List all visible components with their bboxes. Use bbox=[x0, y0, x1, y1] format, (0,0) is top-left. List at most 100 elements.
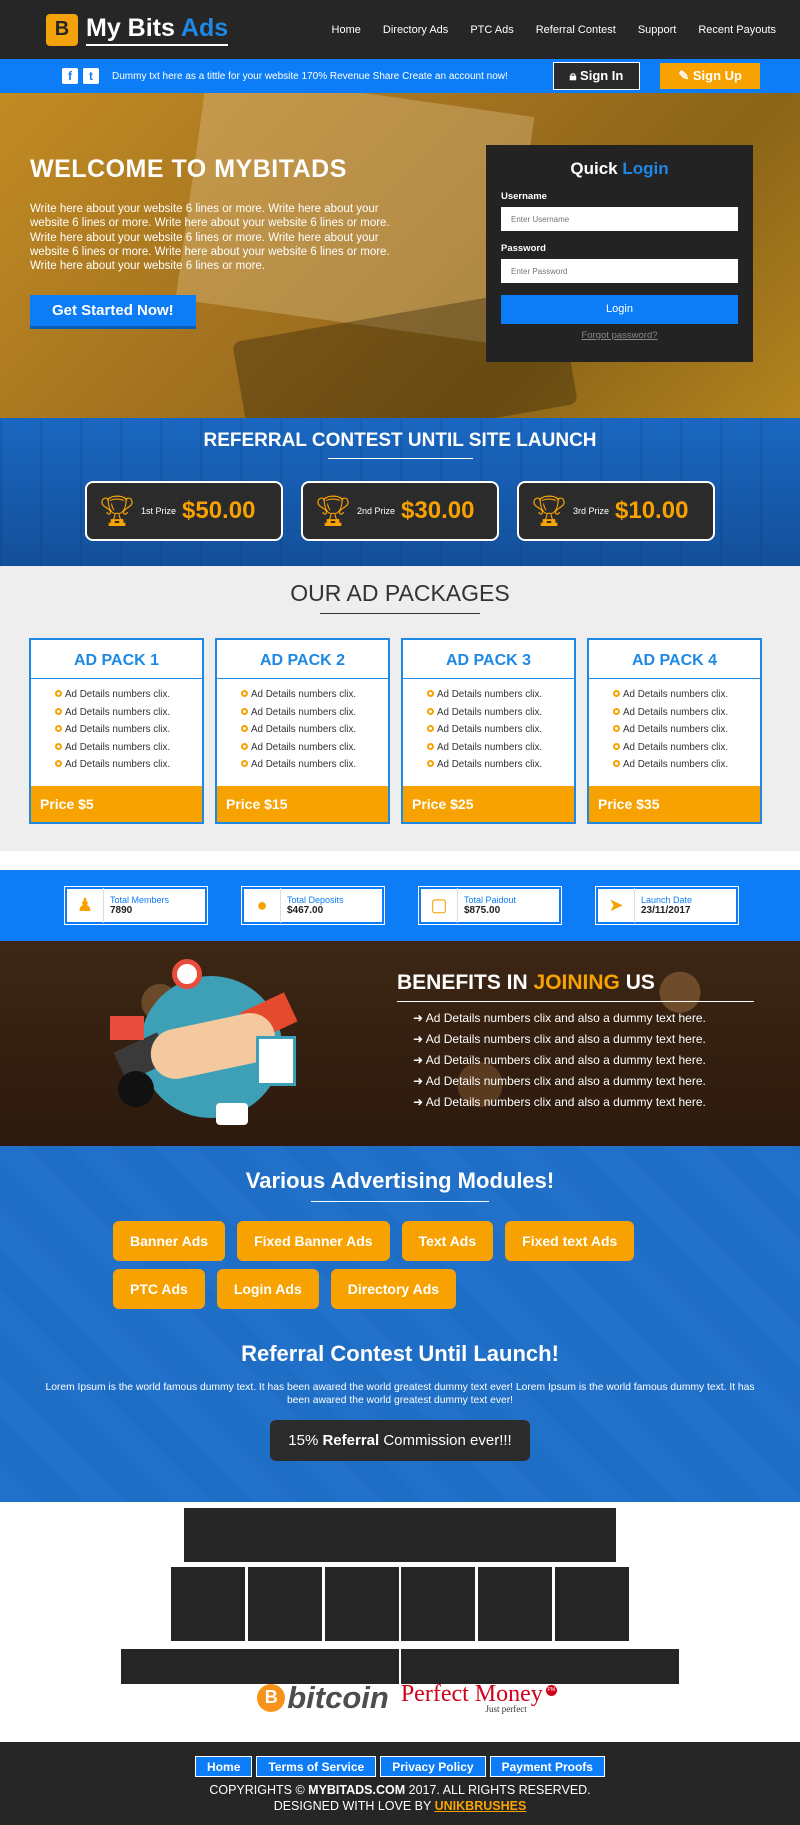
copyright: COPYRIGHTS © MYBITADS.COM 2017. ALL RIGH… bbox=[0, 1782, 800, 1814]
ad-pack-card[interactable]: AD PACK 3 Ad Details numbers clix. Ad De… bbox=[401, 638, 576, 824]
password-input[interactable] bbox=[501, 259, 738, 283]
square-ad-slot[interactable] bbox=[171, 1567, 245, 1641]
fixed-text-ads-button[interactable]: Fixed text Ads bbox=[505, 1221, 635, 1261]
brand-part-1: My Bits bbox=[86, 13, 181, 42]
nav-ptc-ads[interactable]: PTC Ads bbox=[470, 24, 513, 36]
detail-text: Ad Details numbers clix. bbox=[251, 741, 357, 753]
bitcoin-wordmark: bitcoin bbox=[287, 1679, 389, 1715]
prize-label: 1st Prize bbox=[141, 506, 177, 516]
login-ads-button[interactable]: Login Ads bbox=[216, 1269, 319, 1309]
stat-value: 7890 bbox=[110, 905, 133, 916]
square-ad-slot[interactable] bbox=[478, 1567, 552, 1641]
get-started-button[interactable]: Get Started Now! bbox=[30, 295, 196, 330]
nav-referral-contest[interactable]: Referral Contest bbox=[536, 24, 616, 36]
square-ad-slot[interactable] bbox=[325, 1567, 399, 1641]
text-ads-button[interactable]: Text Ads bbox=[401, 1221, 494, 1261]
square-ad-slot[interactable] bbox=[555, 1567, 629, 1641]
list-item: Ad Details numbers clix. bbox=[427, 756, 574, 774]
square-ad-slot[interactable] bbox=[401, 1567, 475, 1641]
stat-card: ▢ Total Paidout $875.00 bbox=[418, 886, 562, 925]
money-icon: ▢ bbox=[421, 888, 458, 923]
trophy-icon: 🏆︎ bbox=[97, 494, 137, 528]
banner-ads-button[interactable]: Banner Ads bbox=[113, 1221, 226, 1261]
stat-label: Total Members bbox=[110, 895, 170, 905]
circle-icon bbox=[613, 760, 620, 768]
benefits-title-part-1: BENEFITS IN bbox=[397, 971, 534, 994]
benefit-text: Ad Details numbers clix and also a dummy… bbox=[425, 1053, 706, 1067]
fixed-banner-ads-button[interactable]: Fixed Banner Ads bbox=[237, 1221, 390, 1261]
directory-ads-button[interactable]: Directory Ads bbox=[330, 1269, 457, 1309]
ptc-ads-button[interactable]: PTC Ads bbox=[113, 1269, 205, 1309]
hero-text: Write here about your website 6 lines or… bbox=[30, 203, 390, 273]
target-icon bbox=[172, 959, 202, 989]
circle-icon bbox=[55, 707, 62, 715]
site-footer: Home Terms of Service Privacy Policy Pay… bbox=[0, 1742, 800, 1825]
ad-pack-card[interactable]: AD PACK 4 Ad Details numbers clix. Ad De… bbox=[587, 638, 762, 824]
footer-link-terms[interactable]: Terms of Service bbox=[256, 1756, 377, 1777]
benefits-section: BENEFITS IN JOINING US ➜ Ad Details numb… bbox=[0, 941, 800, 1146]
login-button[interactable]: Login bbox=[501, 295, 738, 324]
benefits-title-highlight: JOINING bbox=[533, 971, 620, 994]
ad-pack-card[interactable]: AD PACK 1 Ad Details numbers clix. Ad De… bbox=[29, 638, 204, 824]
circle-icon bbox=[613, 742, 620, 750]
pack-details: Ad Details numbers clix. Ad Details numb… bbox=[217, 679, 388, 786]
nav-recent-payouts[interactable]: Recent Payouts bbox=[698, 24, 776, 36]
designer-link[interactable]: UNIKBRUSHES bbox=[435, 1799, 527, 1813]
sign-in-button[interactable]: 🔒︎ Sign In bbox=[552, 62, 641, 90]
referral-text: Lorem Ipsum is the world famous dummy te… bbox=[45, 1382, 755, 1406]
detail-text: Ad Details numbers clix. bbox=[65, 724, 171, 736]
circle-icon bbox=[55, 725, 62, 733]
circle-icon bbox=[241, 690, 248, 697]
stat-card: ♟ Total Members 7890 bbox=[64, 886, 208, 925]
forgot-password-link[interactable]: Forgot password? bbox=[501, 330, 738, 341]
copyright-site: MYBITADS.COM bbox=[308, 1783, 406, 1797]
announcement-bar: f t Dummy txt here as a tittle for your … bbox=[0, 59, 800, 93]
perfect-money-logo: Perfect Money Just perfect PM bbox=[401, 1681, 557, 1714]
module-buttons-row-2: PTC Ads Login Ads Directory Ads bbox=[0, 1269, 800, 1309]
commission-badge[interactable]: 15% Referral Commission ever!!! bbox=[270, 1420, 530, 1461]
detail-text: Ad Details numbers clix. bbox=[65, 759, 171, 771]
referral-contest-section: REFERRAL CONTEST UNTIL SITE LAUNCH 🏆︎ 1s… bbox=[0, 418, 800, 566]
footer-link-privacy[interactable]: Privacy Policy bbox=[380, 1756, 486, 1777]
circle-icon bbox=[55, 690, 62, 697]
banner-ad-slot[interactable] bbox=[184, 1508, 616, 1562]
rocket-icon: ➤ bbox=[598, 888, 635, 923]
nav-directory-ads[interactable]: Directory Ads bbox=[383, 24, 448, 36]
stat-text: Total Paidout $875.00 bbox=[458, 895, 516, 916]
sign-in-label: Sign In bbox=[580, 68, 624, 83]
square-ad-slot[interactable] bbox=[248, 1567, 322, 1641]
twitter-icon[interactable]: t bbox=[83, 68, 99, 84]
nav-home[interactable]: Home bbox=[332, 24, 361, 36]
nav-support[interactable]: Support bbox=[638, 24, 677, 36]
facebook-icon[interactable]: f bbox=[62, 68, 78, 84]
logo[interactable]: B My Bits Ads bbox=[46, 13, 229, 46]
detail-text: Ad Details numbers clix. bbox=[251, 759, 357, 771]
clipboard-icon bbox=[256, 1036, 296, 1086]
detail-text: Ad Details numbers clix. bbox=[65, 689, 171, 700]
benefit-text: Ad Details numbers clix and also a dummy… bbox=[425, 1074, 706, 1088]
stats-bar: ♟ Total Members 7890 ● Total Deposits $467… bbox=[0, 870, 800, 941]
chat-bubble-icon bbox=[216, 1103, 248, 1125]
list-item: ➜ Ad Details numbers clix and also a dum… bbox=[413, 1011, 706, 1025]
footer-link-home[interactable]: Home bbox=[195, 1756, 253, 1777]
trophy-icon: 🏆︎ bbox=[313, 494, 353, 528]
prize-card: 🏆︎ 2nd Prize $30.00 bbox=[301, 481, 499, 541]
commission-part-1: 15% bbox=[288, 1432, 323, 1449]
list-item: Ad Details numbers clix. bbox=[427, 704, 574, 722]
circle-icon bbox=[427, 690, 434, 697]
prize-value: $10.00 bbox=[615, 497, 689, 524]
username-input[interactable] bbox=[501, 207, 738, 231]
list-item: Ad Details numbers clix. bbox=[241, 721, 388, 739]
list-item: Ad Details numbers clix. bbox=[427, 721, 574, 739]
copyright-suffix: 2017. ALL RIGHTS RESERVED. bbox=[405, 1783, 591, 1797]
detail-text: Ad Details numbers clix. bbox=[251, 689, 357, 700]
title-underline bbox=[327, 458, 473, 459]
circle-icon bbox=[427, 707, 434, 715]
footer-link-payment-proofs[interactable]: Payment Proofs bbox=[489, 1756, 605, 1777]
prize-label: 2nd Prize bbox=[357, 506, 396, 516]
coins-icon: ● bbox=[244, 888, 281, 923]
sign-up-button[interactable]: ✎ Sign Up bbox=[660, 63, 760, 89]
payment-methods: B bitcoin Perfect Money Just perfect PM bbox=[0, 1670, 800, 1725]
circle-icon bbox=[427, 742, 434, 750]
ad-pack-card[interactable]: AD PACK 2 Ad Details numbers clix. Ad De… bbox=[215, 638, 390, 824]
